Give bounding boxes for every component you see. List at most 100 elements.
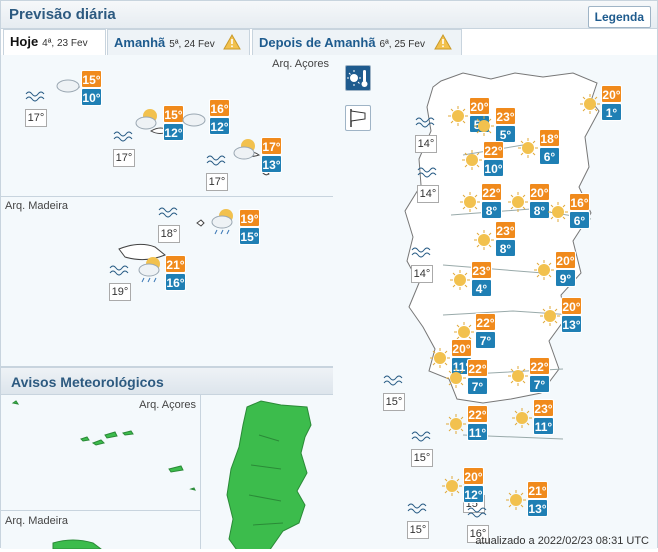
temp-max: 20°	[601, 85, 622, 103]
temp-min: 12°	[209, 117, 230, 135]
sun-icon	[534, 260, 554, 280]
temp-max: 21°	[165, 255, 186, 273]
tab-date: 4ª, 23 Fev	[42, 38, 88, 49]
temp-max: 17°	[261, 137, 282, 155]
sun-icon	[430, 348, 450, 368]
sea-temp-value: 17°	[25, 109, 47, 127]
page-title: Previsão diária	[9, 6, 116, 23]
temp-min: 6°	[539, 147, 560, 165]
warnings-title: Avisos Meteorológicos	[11, 374, 164, 390]
forecast-widget: Previsão diária Legenda Hoje 4ª, 23 Fev A…	[0, 0, 658, 550]
wave-icon	[467, 507, 487, 518]
sun-icon	[580, 94, 600, 114]
sea-temp-value: 14°	[417, 185, 439, 203]
sun-cloud-icon	[233, 139, 255, 160]
temp-max: 23°	[495, 221, 516, 239]
temp-max: 20°	[463, 467, 484, 485]
wave-icon	[113, 131, 133, 142]
temp-min: 13°	[561, 315, 582, 333]
sun-icon	[448, 106, 468, 126]
sea-temp: 14°	[411, 245, 433, 285]
sun-icon	[540, 306, 560, 326]
temp-max: 22°	[481, 183, 502, 201]
sun-cloud-rain-icon	[138, 257, 160, 283]
temp-max: 20°	[561, 297, 582, 315]
header: Previsão diária Legenda	[1, 1, 657, 29]
temp-min: 8°	[495, 239, 516, 257]
cloud-icon	[182, 113, 206, 127]
temp-min: 10°	[483, 159, 504, 177]
temp-max: 20°	[555, 251, 576, 269]
temp-max: 23°	[495, 107, 516, 125]
warnings-map: Arq. Açores Arq. Madeira	[1, 395, 333, 550]
sea-temp: 14°	[415, 115, 437, 155]
tab-tomorrow[interactable]: Amanhã 5ª, 24 Fev	[107, 29, 250, 55]
islands-column: Arq. Açores 17° 17° 17° 15° 10° 15° 12° …	[1, 55, 333, 550]
sun-icon	[508, 366, 528, 386]
sea-temp: 18°	[158, 205, 180, 245]
sea-temp-value: 15°	[407, 521, 429, 539]
tab-label: Hoje	[10, 34, 39, 49]
sun-icon	[474, 116, 494, 136]
temp-min: 11°	[467, 423, 488, 441]
wave-icon	[417, 167, 437, 178]
wave-icon	[206, 155, 226, 166]
day-tabs: Hoje 4ª, 23 Fev Amanhã 5ª, 24 Fev Depois d…	[1, 29, 471, 56]
temp-max: 22°	[467, 405, 488, 423]
wave-icon	[383, 375, 403, 386]
temp-min: 13°	[261, 155, 282, 173]
sun-icon	[462, 150, 482, 170]
temp-min: 4°	[471, 279, 492, 297]
wave-icon	[109, 265, 129, 276]
temp-max: 20°	[451, 339, 472, 357]
sea-temp: 15°	[383, 373, 405, 413]
temp-min: 15°	[239, 227, 260, 245]
temp-min: 7°	[467, 377, 488, 395]
temp-max: 16°	[569, 193, 590, 211]
sun-cloud-rain-icon	[211, 209, 233, 235]
sea-temp-value: 17°	[206, 173, 228, 191]
temp-max: 21°	[527, 481, 548, 499]
sea-temp: 14°	[417, 165, 439, 205]
wave-icon	[411, 247, 431, 258]
legend-button[interactable]: Legenda	[587, 6, 651, 28]
warnings-azores: Arq. Açores	[1, 395, 201, 511]
temp-max: 20°	[529, 183, 550, 201]
tab-day-after-tomorrow[interactable]: Depois de Amanhã 6ª, 25 Fev	[252, 29, 462, 55]
temp-min: 8°	[481, 201, 502, 219]
warnings-madeira: Arq. Madeira	[1, 511, 201, 550]
sea-temp-value: 14°	[411, 265, 433, 283]
temp-min: 9°	[555, 269, 576, 287]
temp-min: 12°	[463, 485, 484, 503]
madeira-forecast-panel: Arq. Madeira 18° 19° 19° 15° 21° 16°	[1, 197, 333, 367]
panel-label: Arq. Açores	[139, 399, 196, 411]
sun-icon	[474, 230, 494, 250]
sea-temp: 15°	[407, 501, 429, 541]
sun-icon	[548, 202, 568, 222]
sea-temp: 19°	[109, 263, 131, 303]
temp-max: 22°	[483, 141, 504, 159]
sea-temp: 17°	[25, 89, 47, 129]
wave-icon	[415, 117, 435, 128]
temp-min: 11°	[533, 417, 554, 435]
temp-min: 1°	[601, 103, 622, 121]
tab-date: 6ª, 25 Fev	[379, 39, 425, 50]
cloud-icon	[56, 79, 80, 93]
wave-icon	[25, 91, 45, 102]
sun-icon	[508, 192, 528, 212]
warning-icon	[433, 34, 452, 50]
temp-min: 7°	[529, 375, 550, 393]
temp-max: 18°	[539, 129, 560, 147]
temp-max: 22°	[467, 359, 488, 377]
wave-icon	[411, 431, 431, 442]
temp-max: 22°	[475, 313, 496, 331]
sea-temp-value: 19°	[109, 283, 131, 301]
sea-temp-value: 18°	[158, 225, 180, 243]
sun-icon	[460, 192, 480, 212]
mainland-forecast-map: 14° 14° 14° 15° 15° 15° 15° 16° 20° 1° 2…	[333, 55, 657, 549]
temp-max: 19°	[239, 209, 260, 227]
azores-forecast-panel: Arq. Açores 17° 17° 17° 15° 10° 15° 12° …	[1, 55, 333, 197]
warnings-header: Avisos Meteorológicos	[1, 367, 333, 395]
tab-today[interactable]: Hoje 4ª, 23 Fev	[3, 29, 106, 56]
sea-temp: 17°	[113, 129, 135, 169]
